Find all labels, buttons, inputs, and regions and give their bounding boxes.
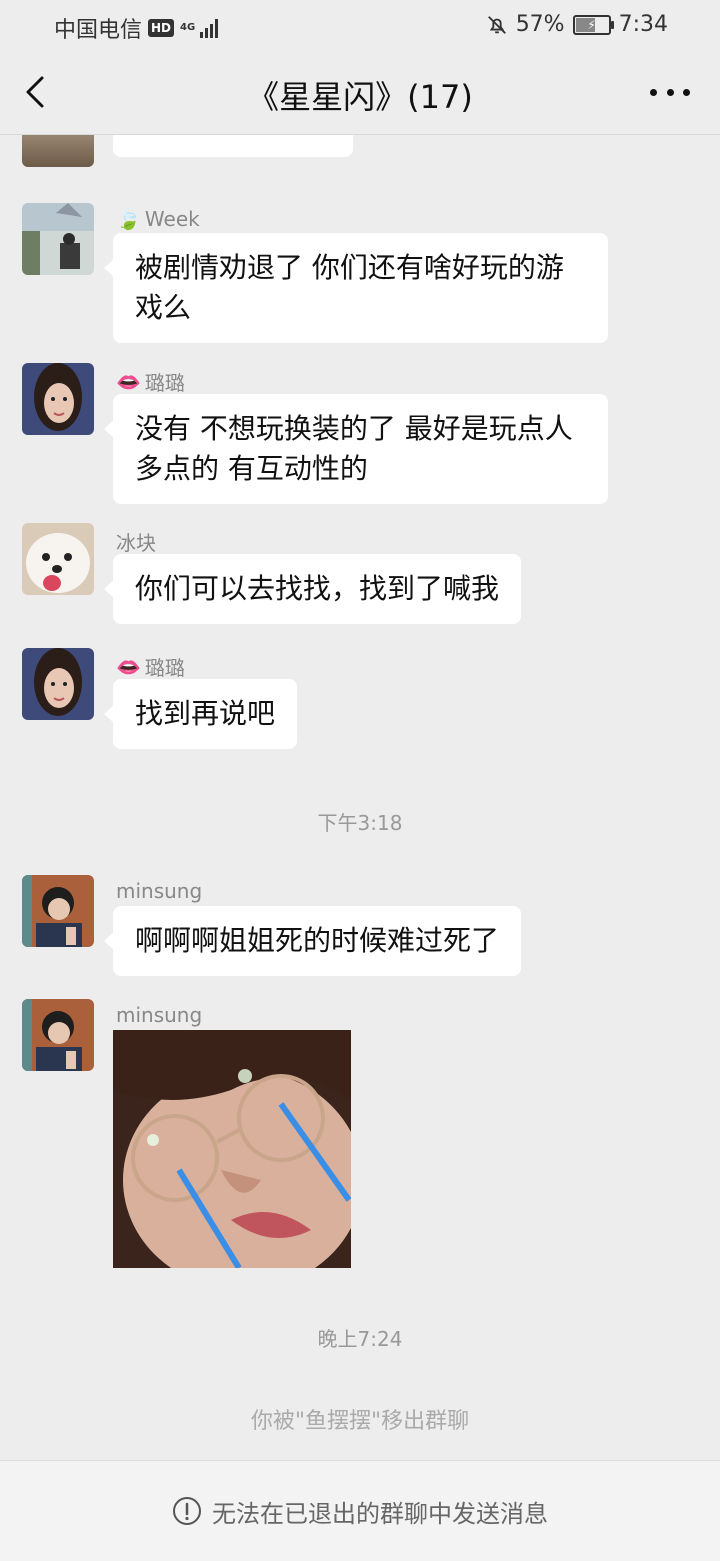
avatar[interactable] [22,203,94,275]
hd-badge: HD [148,19,175,37]
system-notice: 你被"鱼摆摆"移出群聊 [250,1409,470,1434]
more-button[interactable] [650,80,690,104]
input-disabled-bar: 无法在已退出的群聊中发送消息 [0,1460,720,1561]
battery-percent: 57% [515,12,565,37]
avatar-image [22,523,94,595]
avatar-image [22,875,94,947]
avatar-image [22,363,94,435]
sticker-image[interactable] [113,1030,351,1268]
message-bubble[interactable]: 找到再说吧 [103,679,298,749]
more-dot [683,88,690,96]
avatar[interactable] [22,648,94,720]
avatar[interactable] [22,135,94,167]
message-bubble[interactable]: 你们可以去找找，找到了喊我 [103,554,522,624]
lips-icon: 👄 [116,654,141,679]
lips-icon: 👄 [116,369,141,394]
sender-name: minsung [116,1003,202,1027]
battery-icon: ⚡ [572,14,614,35]
leaf-icon: 🍃 [116,207,141,231]
carrier-name: 中国电信 [54,18,143,43]
avatar[interactable] [22,875,94,947]
sender-name-text: minsung [116,879,203,903]
avatar-image [22,203,94,275]
status-bar: 中国电信 HD 4G 57% ⚡ 7:34 [0,0,720,50]
avatar[interactable] [22,523,94,595]
info-circle-icon [173,1497,201,1525]
chat-header: 《星星闪》(17) [0,50,720,135]
avatar[interactable] [22,363,94,435]
sender-name: 👄 璐璐 [116,652,185,681]
message-bubble[interactable]: 还要做饭喂它吃 [113,135,354,157]
avatar-image [22,648,94,720]
message-bubble[interactable]: 啊啊啊姐姐死的时候难过死了 [103,906,522,976]
sender-name-text: minsung [116,1003,203,1027]
avatar-image [22,999,94,1071]
sender-name: 冰块 [116,527,156,556]
avatar[interactable] [22,999,94,1071]
chat-title: 《星星闪》(17) [247,78,473,116]
sender-name-text: 璐璐 [144,371,185,395]
more-dot [650,88,657,96]
sender-name: 👄 璐璐 [116,367,185,396]
sender-name: minsung [116,879,202,903]
timestamp: 下午3:18 [317,811,403,835]
clock: 7:34 [618,12,668,37]
status-right: 57% ⚡ 7:34 [486,12,668,37]
status-left: 中国电信 HD 4G [54,12,219,44]
disabled-message-text: 无法在已退出的群聊中发送消息 [212,1499,548,1528]
sender-name-text: Week [144,207,200,231]
message-bubble[interactable]: 没有 不想玩换装的了 最好是玩点人多点的 有互动性的 [104,394,608,504]
sender-name: 🍃 Week [116,207,200,231]
sender-name-text: 冰块 [116,531,156,555]
network-type: 4G [180,22,196,33]
sender-name-text: 璐璐 [144,656,185,680]
bell-off-icon [487,15,506,34]
crying-face-sticker [113,1030,351,1268]
chat-messages[interactable]: 还要做饭喂它吃 🍃 Week 被剧情劝退了 你们还有啥好玩的游戏么 [0,135,720,1460]
signal-icon [200,18,219,38]
message-bubble[interactable]: 被剧情劝退了 你们还有啥好玩的游戏么 [104,233,608,343]
timestamp: 晚上7:24 [317,1327,403,1351]
more-dot [666,88,674,96]
